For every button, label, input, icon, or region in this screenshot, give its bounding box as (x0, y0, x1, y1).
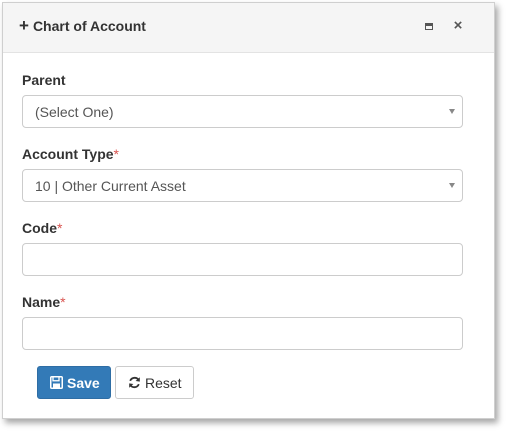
save-button[interactable]: Save (37, 366, 111, 399)
reset-button-label: Reset (145, 374, 182, 391)
required-marker: * (57, 220, 63, 236)
chart-of-account-dialog: + Chart of Account × Parent (Select One)… (2, 2, 495, 419)
name-label-text: Name (22, 294, 61, 310)
dialog-title: + Chart of Account (19, 16, 146, 35)
account-type-select[interactable]: 10 | Other Current Asset (22, 169, 463, 202)
maximize-button[interactable] (421, 18, 437, 34)
parent-select[interactable]: (Select One) (22, 95, 463, 128)
name-input[interactable] (22, 317, 463, 350)
parent-label-text: Parent (22, 72, 66, 88)
close-button[interactable]: × (450, 18, 466, 34)
code-label-text: Code (22, 220, 57, 236)
save-button-label: Save (67, 374, 100, 391)
account-type-label-text: Account Type (22, 146, 114, 162)
account-type-select-value: 10 | Other Current Asset (35, 178, 186, 194)
code-label: Code* (22, 220, 62, 236)
name-label: Name* (22, 294, 66, 310)
chevron-down-icon (449, 183, 455, 188)
code-input[interactable] (22, 243, 463, 276)
refresh-icon (129, 376, 140, 389)
reset-button[interactable]: Reset (115, 366, 194, 399)
parent-label: Parent (22, 72, 66, 88)
chevron-down-icon (449, 109, 455, 114)
dialog-header: + Chart of Account × (3, 3, 494, 53)
close-icon: × (453, 17, 463, 34)
required-marker: * (113, 146, 119, 162)
floppy-disk-icon (50, 376, 63, 389)
account-type-label: Account Type* (22, 146, 119, 162)
required-marker: * (60, 294, 66, 310)
parent-select-value: (Select One) (35, 104, 114, 120)
plus-icon: + (19, 16, 29, 35)
maximize-icon (425, 22, 433, 30)
dialog-title-text: Chart of Account (32, 18, 146, 34)
